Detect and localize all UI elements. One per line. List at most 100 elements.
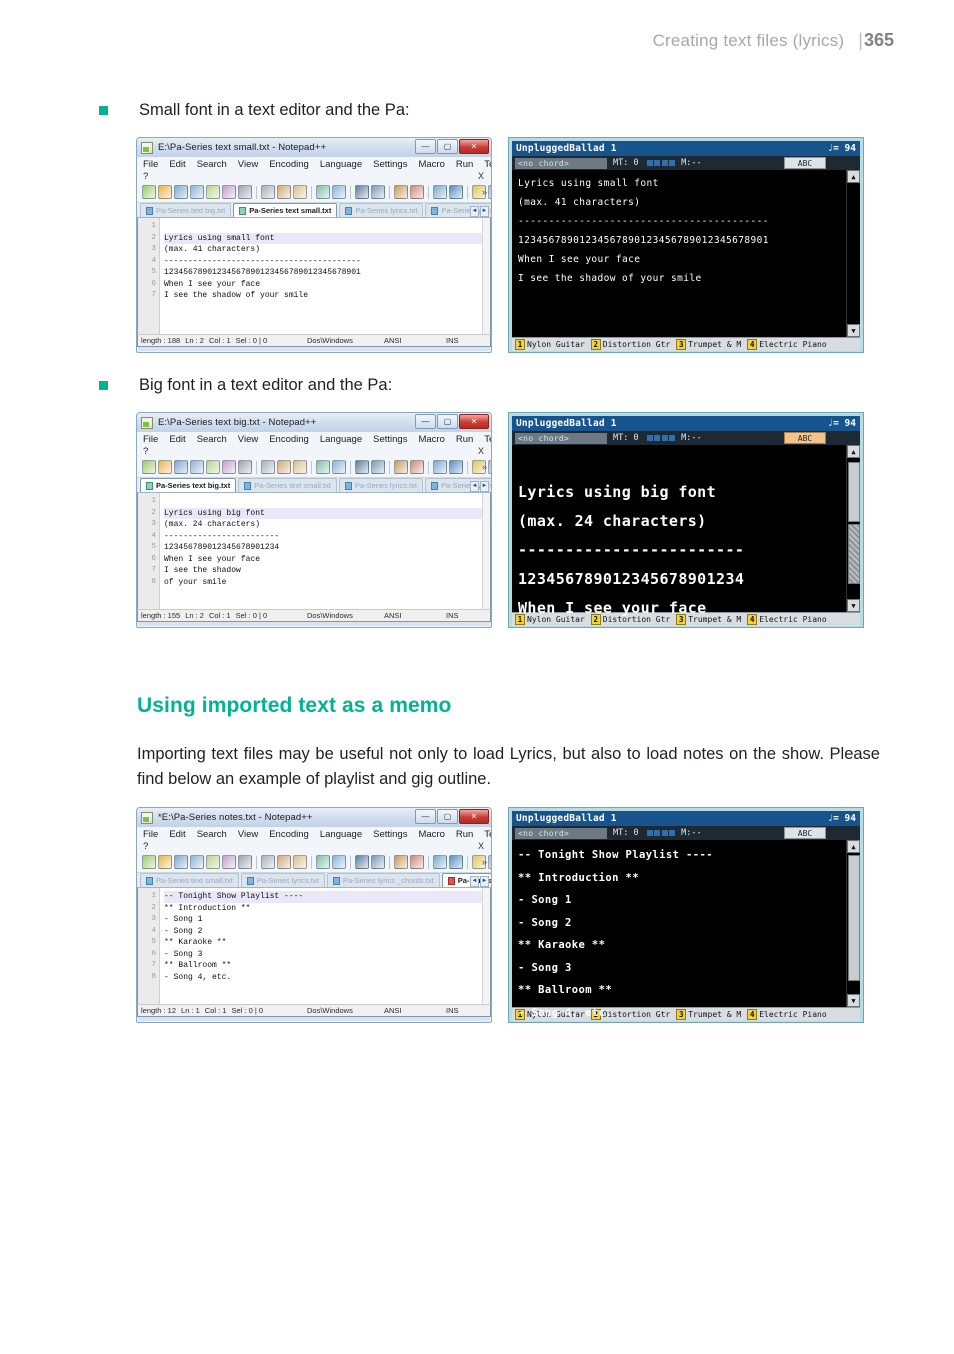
- menu-item-file[interactable]: File: [143, 829, 158, 840]
- save-all-icon[interactable]: [190, 460, 204, 474]
- editor-area[interactable]: 1 2 3 4 5 6 7 8 -- Tonight Show Playlist ---- ** …: [137, 888, 491, 1004]
- notepadpp-window-small[interactable]: E:\Pa-Series text small.txt - Notepad++ —…: [136, 137, 492, 353]
- open-file-icon[interactable]: [158, 855, 172, 869]
- cut-icon[interactable]: [261, 855, 275, 869]
- show-symbol-icon[interactable]: [488, 460, 491, 474]
- scroll-down-icon[interactable]: ▼: [847, 994, 860, 1007]
- menu-item-language[interactable]: Language: [320, 829, 362, 840]
- menu-item-edit[interactable]: Edit: [169, 434, 185, 445]
- toolbar-overflow-icon[interactable]: »: [482, 187, 487, 197]
- menu-item-file[interactable]: File: [143, 159, 158, 170]
- close-file-icon[interactable]: [206, 460, 220, 474]
- editor-vertical-scrollbar[interactable]: [482, 888, 490, 1004]
- find-icon[interactable]: [355, 185, 369, 199]
- redo-icon[interactable]: [332, 460, 346, 474]
- tab-scroll-arrows[interactable]: ◄ ►: [470, 481, 489, 492]
- pa-scroll-track[interactable]: [847, 183, 860, 324]
- show-symbol-icon[interactable]: [488, 855, 491, 869]
- menu-item-textfx[interactable]: TextFX: [484, 159, 491, 170]
- menu-item-language[interactable]: Language: [320, 434, 362, 445]
- abc-button[interactable]: ABC: [784, 432, 826, 444]
- document-tab[interactable]: Pa-Series lyrics.txt: [338, 478, 424, 492]
- scroll-down-icon[interactable]: ▼: [847, 324, 860, 337]
- undo-icon[interactable]: [316, 460, 330, 474]
- abc-button[interactable]: ABC: [784, 827, 826, 839]
- editor-area[interactable]: 1 2 3 4 5 6 7 Lyrics using small font (max. 41 …: [137, 218, 491, 334]
- scroll-up-icon[interactable]: ▲: [847, 840, 860, 853]
- close-button[interactable]: ✕: [459, 809, 489, 824]
- menu-item-macro[interactable]: Macro: [418, 159, 444, 170]
- replace-icon[interactable]: [371, 460, 385, 474]
- sync-scroll-v-icon[interactable]: [433, 185, 447, 199]
- menu-item-file[interactable]: File: [143, 434, 158, 445]
- pa-scroll-thumb[interactable]: [847, 855, 860, 981]
- copy-icon[interactable]: [277, 185, 291, 199]
- tab-scroll-left-icon[interactable]: ◄: [470, 206, 479, 217]
- menu-item-edit[interactable]: Edit: [169, 829, 185, 840]
- pa-track-button[interactable]: 4 Electric Piano: [744, 339, 829, 350]
- menu-item-settings[interactable]: Settings: [373, 434, 407, 445]
- code-text-area[interactable]: Lyrics using big font (max. 24 characters…: [160, 493, 482, 609]
- menu-item-run[interactable]: Run: [456, 829, 473, 840]
- document-tab-bar[interactable]: Pa-Series text big.txt Pa-Series text sma…: [137, 478, 491, 493]
- titlebar[interactable]: E:\Pa-Series text small.txt - Notepad++ —…: [137, 138, 491, 157]
- sync-scroll-v-icon[interactable]: [433, 460, 447, 474]
- open-file-icon[interactable]: [158, 460, 172, 474]
- menu-item-view[interactable]: View: [238, 829, 258, 840]
- document-tab[interactable]: Pa-Series text small.txt: [238, 478, 337, 492]
- pa-scroll-track[interactable]: [847, 853, 860, 994]
- close-all-icon[interactable]: [222, 185, 236, 199]
- menu-item-settings[interactable]: Settings: [373, 829, 407, 840]
- document-tab[interactable]: Pa-Series lyrics.txt: [339, 203, 424, 217]
- sync-scroll-v-icon[interactable]: [433, 855, 447, 869]
- menu-item-help[interactable]: ?: [143, 446, 485, 457]
- menu-item-encoding[interactable]: Encoding: [269, 159, 309, 170]
- tab-scroll-arrows[interactable]: ◄ ►: [470, 876, 489, 887]
- print-icon[interactable]: [238, 460, 252, 474]
- redo-icon[interactable]: [332, 855, 346, 869]
- document-tab-bar[interactable]: Pa-Series text small.txt Pa-Series lyrics…: [137, 873, 491, 888]
- tab-scroll-right-icon[interactable]: ►: [480, 876, 489, 887]
- cut-icon[interactable]: [261, 460, 275, 474]
- minimize-button[interactable]: —: [415, 809, 436, 824]
- close-all-icon[interactable]: [222, 460, 236, 474]
- toolbar-overflow-icon[interactable]: »: [482, 462, 487, 472]
- pa-scroll-thumb-lower[interactable]: [847, 524, 860, 584]
- paste-icon[interactable]: [293, 460, 307, 474]
- minimize-button[interactable]: —: [415, 414, 436, 429]
- scroll-down-icon[interactable]: ▼: [847, 599, 860, 612]
- menu-item-textfx[interactable]: TextFX: [484, 434, 491, 445]
- pa-track-button[interactable]: 2 Distortion Gtr: [588, 339, 673, 350]
- copy-icon[interactable]: [277, 855, 291, 869]
- menubar[interactable]: File Edit Search View Encoding Language Settin…: [137, 157, 491, 182]
- window-controls[interactable]: — ▢ ✕: [415, 414, 489, 429]
- find-icon[interactable]: [355, 460, 369, 474]
- minimize-button[interactable]: —: [415, 139, 436, 154]
- editor-area[interactable]: 1 2 3 4 5 6 7 8 Lyrics using big font (max. 24 c…: [137, 493, 491, 609]
- toolbar-overflow-icon[interactable]: »: [482, 857, 487, 867]
- toolbar[interactable]: »: [137, 457, 491, 478]
- maximize-button[interactable]: ▢: [437, 139, 458, 154]
- pa-scroll-thumb[interactable]: [847, 462, 860, 522]
- menu-item-help[interactable]: ?: [143, 171, 485, 182]
- pa-scroll-track[interactable]: [847, 458, 860, 599]
- zoom-in-icon[interactable]: [394, 185, 408, 199]
- notepadpp-window-notes[interactable]: *E:\Pa-Series notes.txt - Notepad++ — ▢ ✕ Fi…: [136, 807, 492, 1023]
- menubar[interactable]: File Edit Search View Encoding Language Settin…: [137, 432, 491, 457]
- close-file-icon[interactable]: [206, 855, 220, 869]
- document-tab[interactable]: Pa-Series text small.txt: [140, 873, 239, 887]
- zoom-in-icon[interactable]: [394, 460, 408, 474]
- close-document-icon[interactable]: X: [478, 446, 484, 456]
- open-file-icon[interactable]: [158, 185, 172, 199]
- menu-item-view[interactable]: View: [238, 159, 258, 170]
- menu-item-macro[interactable]: Macro: [418, 434, 444, 445]
- copy-icon[interactable]: [277, 460, 291, 474]
- menu-item-macro[interactable]: Macro: [418, 829, 444, 840]
- pa-scrollbar[interactable]: ▲ ▼: [846, 170, 860, 337]
- tab-scroll-right-icon[interactable]: ►: [480, 206, 489, 217]
- zoom-in-icon[interactable]: [394, 855, 408, 869]
- close-document-icon[interactable]: X: [478, 841, 484, 851]
- scroll-up-icon[interactable]: ▲: [847, 170, 860, 183]
- sync-scroll-h-icon[interactable]: [449, 855, 463, 869]
- print-icon[interactable]: [238, 185, 252, 199]
